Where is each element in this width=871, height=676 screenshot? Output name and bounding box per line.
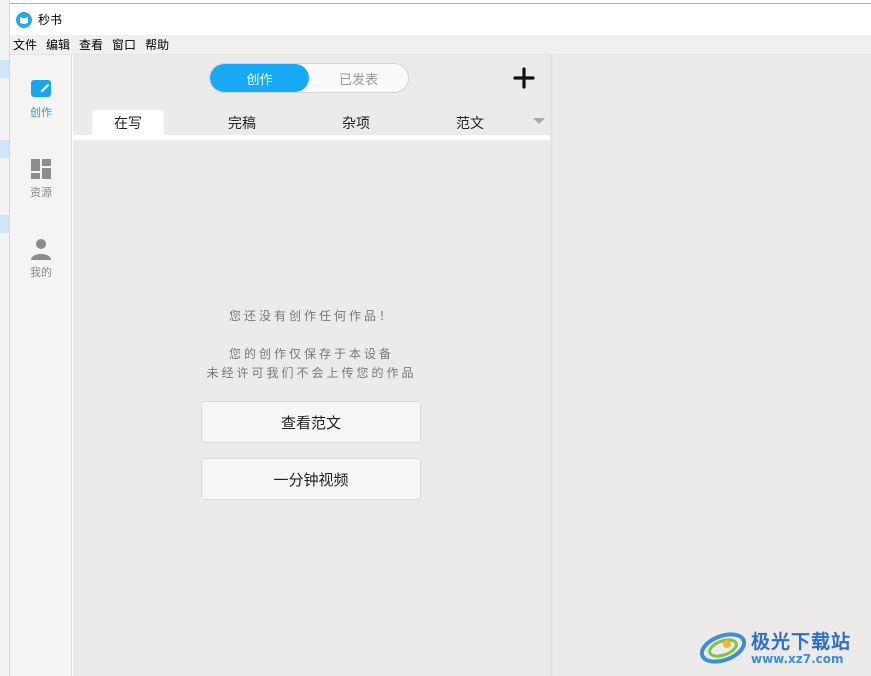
- watermark-logo-icon: [699, 632, 747, 664]
- nav-item-compose[interactable]: 创作: [10, 77, 72, 120]
- compose-icon: [31, 80, 51, 97]
- nav-label-compose: 创作: [30, 106, 52, 119]
- desktop-item-highlight: [0, 140, 9, 158]
- nav-label-profile: 我的: [30, 266, 52, 279]
- empty-note-privacy: 未经许可我们不会上传您的作品: [206, 366, 417, 380]
- segment-published[interactable]: 已发表: [309, 64, 408, 92]
- nav-item-resources[interactable]: 资源: [10, 157, 72, 200]
- add-document-button[interactable]: [511, 65, 537, 91]
- tab-finished[interactable]: 完稿: [206, 110, 278, 135]
- side-nav: 创作 资源 我的: [10, 55, 72, 676]
- grid-icon: [31, 159, 51, 179]
- segment-compose[interactable]: 创作: [210, 64, 309, 92]
- app-logo-icon: [16, 11, 32, 28]
- nav-item-profile[interactable]: 我的: [10, 237, 72, 280]
- app-window: 秒书 文件 编辑 查看 窗口 帮助 创作 资源 我的 创作 已发表 在写 完稿 …: [10, 0, 871, 676]
- empty-note-local: 您的创作仅保存于本设备: [228, 347, 394, 361]
- tabs-dropdown-icon[interactable]: [533, 118, 545, 124]
- tab-bar: 在写 完稿 杂项 范文: [73, 109, 550, 140]
- watermark-url: www.xz7.com: [751, 651, 844, 666]
- editor-panel: [553, 55, 871, 676]
- watermark-title: 极光下载站: [751, 630, 852, 653]
- menu-view[interactable]: 查看: [76, 36, 109, 53]
- desktop-background-strip: [0, 0, 10, 676]
- watermark: 极光下载站 www.xz7.com: [697, 622, 857, 670]
- menu-window[interactable]: 窗口: [109, 36, 142, 53]
- menu-edit[interactable]: 编辑: [43, 36, 76, 53]
- menu-help[interactable]: 帮助: [142, 36, 175, 53]
- segmented-control: 创作 已发表: [209, 63, 409, 93]
- document-list-panel: 创作 已发表 在写 完稿 杂项 范文 您还没有创作任何作品！ 您的创作仅保存于本…: [73, 55, 550, 676]
- app-title: 秒书: [38, 13, 63, 27]
- empty-message: 您还没有创作任何作品！: [228, 309, 394, 323]
- tab-samples[interactable]: 范文: [434, 110, 506, 135]
- view-samples-button[interactable]: 查看范文: [201, 401, 421, 443]
- desktop-item-highlight: [0, 60, 9, 78]
- tab-writing[interactable]: 在写: [92, 110, 164, 135]
- title-bar: 秒书: [10, 3, 871, 35]
- plus-icon: [513, 67, 535, 89]
- menu-file[interactable]: 文件: [10, 36, 43, 53]
- tab-misc[interactable]: 杂项: [320, 110, 392, 135]
- menu-bar: 文件 编辑 查看 窗口 帮助: [10, 35, 871, 55]
- nav-label-resources: 资源: [30, 186, 52, 199]
- one-minute-video-button[interactable]: 一分钟视频: [201, 458, 421, 500]
- user-icon: [31, 239, 51, 260]
- desktop-item-highlight: [0, 215, 9, 233]
